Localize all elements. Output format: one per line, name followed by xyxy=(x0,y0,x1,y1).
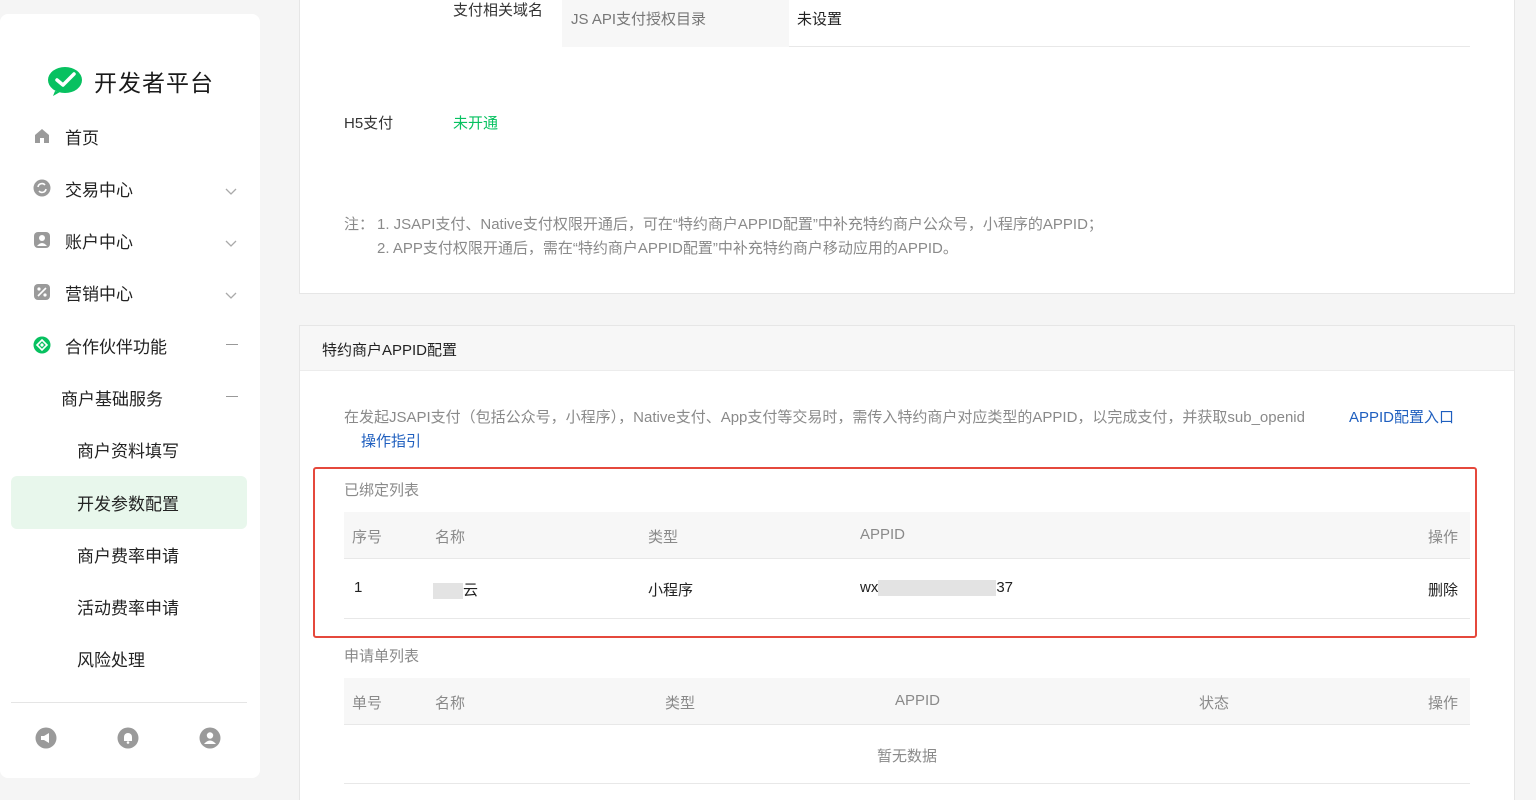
column-header: 操作 xyxy=(1428,695,1459,712)
appid-description: 在发起JSAPI支付（包括公众号，小程序），Native支付、App支付等交易时… xyxy=(344,409,1305,426)
column-header: 名称 xyxy=(435,695,466,712)
appid-config-entry-link[interactable]: APPID配置入口 xyxy=(1349,406,1454,427)
column-header: 类型 xyxy=(665,695,696,712)
sidebar-item-label: 交易中心 xyxy=(65,180,133,200)
operation-guide-link[interactable]: 操作指引 xyxy=(361,430,421,451)
note-line-1: 1. JSAPI支付、Native支付权限开通后，可在“特约商户APPID配置”… xyxy=(377,216,1103,233)
note-line-2: 2. APP支付权限开通后，需在“特约商户APPID配置”中补充特约商户移动应用… xyxy=(377,240,958,257)
sidebar-subitem-label: 商户资料填写 xyxy=(77,441,179,461)
payment-config-card: 支付相关域名 JS API支付授权目录 未设置 H5支付 未开通 注： 1. J… xyxy=(299,0,1515,294)
sidebar-item-label: 账户中心 xyxy=(65,232,133,252)
jsapi-directory-key-text: JS API支付授权目录 xyxy=(571,11,707,28)
sidebar: 开发者平台 首页 交易中心 账户中心 营销中心 合作伙伴功能 商户基础服务 商户… xyxy=(0,14,260,778)
domain-label: 支付相关域名 xyxy=(453,2,544,19)
announcement-icon[interactable] xyxy=(35,727,57,749)
bound-table-header: 序号 名称 类型 APPID 操作 xyxy=(344,512,1470,559)
chevron-down-icon xyxy=(224,287,238,299)
sidebar-item-transaction[interactable]: 交易中心 xyxy=(0,168,260,208)
sidebar-subitem-label: 活动费率申请 xyxy=(77,598,179,618)
column-header: 名称 xyxy=(435,529,466,546)
sidebar-subitem-merchant-info[interactable]: 商户资料填写 xyxy=(0,429,260,469)
row-name: 云 xyxy=(433,579,478,600)
masked-text xyxy=(433,583,463,600)
note-prefix: 注： xyxy=(344,216,375,233)
account-icon xyxy=(33,231,51,249)
apply-table-header: 单号 名称 类型 APPID 状态 操作 xyxy=(344,678,1470,725)
collapse-dash-icon xyxy=(226,344,238,345)
row-appid: wx 37 xyxy=(860,579,1014,597)
column-header: 操作 xyxy=(1428,529,1459,546)
chevron-down-icon xyxy=(224,235,238,247)
sidebar-item-label: 营销中心 xyxy=(65,284,133,304)
sidebar-group-merchant-basic[interactable]: 商户基础服务 xyxy=(0,377,260,417)
brand[interactable]: 开发者平台 xyxy=(47,64,214,98)
delete-button[interactable]: 删除 xyxy=(1428,579,1458,600)
sidebar-subitem-risk[interactable]: 风险处理 xyxy=(0,638,260,678)
sidebar-subitem-label: 商户费率申请 xyxy=(77,546,179,566)
collapse-dash-icon xyxy=(226,396,238,397)
column-header: APPID xyxy=(860,526,906,543)
masked-text xyxy=(878,580,997,597)
card-title: 特约商户APPID配置 xyxy=(322,342,458,359)
appid-config-card: 特约商户APPID配置 在发起JSAPI支付（包括公众号，小程序），Native… xyxy=(299,325,1515,800)
card-header: 特约商户APPID配置 xyxy=(300,326,1514,371)
empty-state-text: 暂无数据 xyxy=(877,748,938,765)
column-header: 类型 xyxy=(648,529,679,546)
apply-list-title: 申请单列表 xyxy=(344,648,420,665)
table-row: 1 云 小程序 wx 37 删除 xyxy=(344,559,1470,619)
user-avatar-icon[interactable] xyxy=(199,727,221,749)
column-header: 状态 xyxy=(1199,695,1230,712)
sidebar-subitem-dev-params[interactable]: 开发参数配置 xyxy=(0,482,260,522)
sidebar-item-label: 首页 xyxy=(65,128,99,148)
jsapi-directory-row: JS API支付授权目录 未设置 xyxy=(562,0,1470,47)
partner-icon xyxy=(33,336,51,354)
row-name-suffix: 云 xyxy=(463,582,479,599)
appid-prefix: wx xyxy=(860,579,879,596)
sidebar-item-label: 合作伙伴功能 xyxy=(65,337,167,357)
table-bottom-divider xyxy=(344,783,1470,784)
bound-list-title: 已绑定列表 xyxy=(344,482,420,499)
h5-pay-status: 未开通 xyxy=(453,115,499,132)
home-icon xyxy=(33,127,51,145)
marketing-icon xyxy=(33,283,51,301)
sidebar-subitem-fee-apply[interactable]: 商户费率申请 xyxy=(0,534,260,574)
transaction-icon xyxy=(33,179,51,197)
sidebar-item-home[interactable]: 首页 xyxy=(0,116,260,156)
jsapi-directory-value: 未设置 xyxy=(797,11,843,28)
notification-bell-icon[interactable] xyxy=(117,727,139,749)
sidebar-divider xyxy=(11,702,247,703)
jsapi-directory-key: JS API支付授权目录 xyxy=(562,0,789,47)
sidebar-item-account[interactable]: 账户中心 xyxy=(0,220,260,260)
sidebar-item-marketing[interactable]: 营销中心 xyxy=(0,272,260,312)
sidebar-subitem-activity-fee[interactable]: 活动费率申请 xyxy=(0,586,260,626)
wechat-logo-icon xyxy=(47,65,83,97)
brand-title: 开发者平台 xyxy=(94,70,214,96)
sidebar-subitem-label: 开发参数配置 xyxy=(77,494,179,514)
column-header: 序号 xyxy=(352,529,383,546)
row-type: 小程序 xyxy=(648,582,694,599)
h5-pay-label: H5支付 xyxy=(344,115,394,132)
appid-suffix: 37 xyxy=(996,579,1014,596)
sidebar-subitem-label: 风险处理 xyxy=(77,650,145,670)
sidebar-item-partner[interactable]: 合作伙伴功能 xyxy=(0,325,260,365)
sidebar-group-label: 商户基础服务 xyxy=(61,389,163,409)
chevron-down-icon xyxy=(224,183,238,195)
column-header: 单号 xyxy=(352,695,383,712)
column-header: APPID xyxy=(895,692,941,709)
row-index: 1 xyxy=(354,579,363,596)
